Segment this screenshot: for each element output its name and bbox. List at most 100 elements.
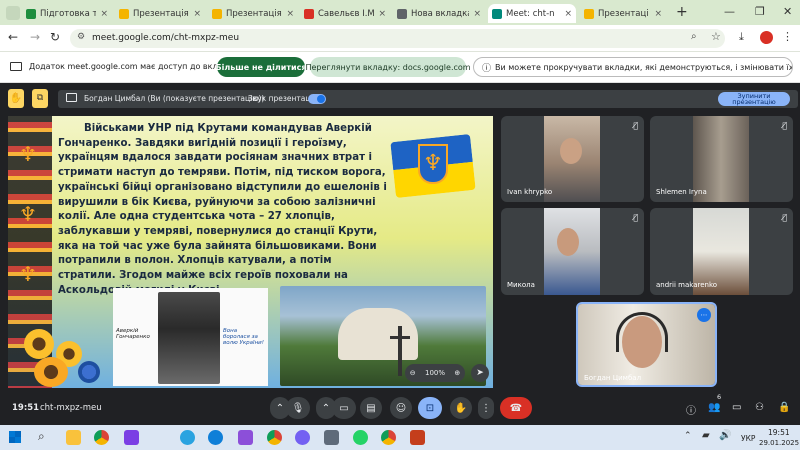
back-icon[interactable]: ← bbox=[8, 30, 18, 44]
browser-tab[interactable]: Нова вкладка × bbox=[393, 4, 485, 23]
network-icon[interactable]: ▰ bbox=[702, 430, 710, 441]
language-indicator[interactable]: УКР bbox=[741, 434, 755, 443]
browser-tab[interactable]: Презентація до × bbox=[115, 4, 205, 23]
chrome-icon[interactable] bbox=[267, 430, 282, 445]
clock-time[interactable]: 19:51 bbox=[768, 428, 790, 437]
browser-tab[interactable]: Презентація до × bbox=[208, 4, 298, 23]
minimize-icon[interactable]: — bbox=[724, 5, 735, 18]
zoom-control: ⊖ 100% ⊕ bbox=[405, 364, 465, 382]
taskbar-search-icon[interactable]: ⌕ bbox=[38, 429, 45, 444]
tab-label: Презентація до bbox=[133, 8, 189, 19]
reload-icon[interactable]: ↻ bbox=[50, 30, 60, 44]
more-options-icon[interactable]: ⋯ bbox=[697, 308, 711, 322]
raise-hand-side-icon[interactable]: ✋ bbox=[8, 89, 24, 108]
chrome-icon[interactable] bbox=[94, 430, 109, 445]
participant-name: andrii makarenko bbox=[656, 281, 718, 289]
cross-bar bbox=[390, 336, 410, 339]
tab-close-icon[interactable]: × bbox=[564, 9, 572, 19]
volume-icon[interactable]: 🔊 bbox=[719, 430, 731, 441]
participant-tile[interactable]: 🎙̸ andrii makarenko bbox=[650, 208, 793, 295]
participant-name: Богдан Цимбал bbox=[584, 374, 642, 382]
app-icon[interactable] bbox=[124, 430, 139, 445]
tab-favicon-icon bbox=[119, 8, 129, 19]
stop-presenting-button[interactable]: Зупинити презентацію bbox=[718, 92, 790, 106]
forward-icon[interactable]: → bbox=[30, 30, 40, 44]
tab-favicon-icon bbox=[492, 8, 502, 19]
self-view-tile[interactable]: ⋯ Богдан Цимбал bbox=[576, 302, 717, 387]
camera-button[interactable]: ▭ bbox=[332, 397, 356, 419]
pip-icon[interactable]: ⧉ bbox=[32, 89, 48, 108]
participant-tile[interactable]: 🎙̸ Shlemen Iryna bbox=[650, 116, 793, 202]
close-window-icon[interactable]: ✕ bbox=[783, 5, 792, 18]
participant-tile[interactable]: 🎙̸ Миколa bbox=[501, 208, 644, 295]
site-info-icon[interactable]: ⚙ bbox=[77, 32, 85, 42]
info-button[interactable]: ⓘ bbox=[686, 402, 696, 417]
raise-hand-button[interactable]: ✋ bbox=[450, 397, 472, 419]
face-shape bbox=[557, 228, 579, 256]
present-icon bbox=[66, 93, 77, 102]
tab-label: Савельєв І.М. п bbox=[318, 8, 375, 19]
portrait-caption-left: Аверкій Гончаренко bbox=[116, 328, 150, 340]
app-icon[interactable] bbox=[238, 430, 253, 445]
powerpoint-icon[interactable] bbox=[410, 430, 425, 445]
reactions-button[interactable]: ☺ bbox=[390, 397, 412, 419]
new-tab-icon[interactable]: + bbox=[676, 4, 688, 20]
tab-close-icon[interactable]: × bbox=[100, 9, 108, 19]
leave-call-button[interactable]: ☎ bbox=[500, 397, 532, 419]
viber-icon[interactable] bbox=[295, 430, 310, 445]
file-explorer-icon[interactable] bbox=[66, 430, 81, 445]
slide-text: Військами УНР під Крутами командував Аве… bbox=[58, 123, 387, 296]
host-controls-button[interactable]: 🔒 bbox=[778, 402, 790, 413]
participant-name: Миколa bbox=[507, 281, 535, 289]
browser-tab[interactable]: Підготовка та за× bbox=[22, 4, 112, 23]
tab-label: Презентація до bbox=[226, 8, 282, 19]
windows-start-icon[interactable] bbox=[9, 431, 21, 443]
chat-button[interactable]: ▭ bbox=[732, 402, 741, 413]
zoom-in-icon[interactable]: ⊕ bbox=[454, 369, 460, 377]
captions-button[interactable]: ▤ bbox=[360, 397, 382, 419]
menu-icon[interactable]: ⋮ bbox=[782, 30, 793, 43]
mic-button[interactable]: 🎙 bbox=[286, 397, 310, 419]
browser-tab[interactable]: Презентаці × bbox=[580, 4, 666, 23]
zoom-out-icon[interactable]: ⊖ bbox=[410, 369, 416, 377]
people-button[interactable]: 👥 bbox=[708, 402, 720, 413]
tab-search-button[interactable] bbox=[6, 6, 20, 20]
profile-avatar[interactable] bbox=[760, 31, 773, 44]
trident-icon: ♆ bbox=[19, 142, 37, 166]
maximize-icon[interactable]: ❐ bbox=[755, 5, 765, 18]
tab-close-icon[interactable]: × bbox=[473, 9, 481, 19]
app-icon[interactable] bbox=[324, 430, 339, 445]
pointer-button[interactable]: ➤ bbox=[471, 364, 489, 382]
tab-favicon-icon bbox=[584, 8, 594, 19]
whatsapp-icon[interactable] bbox=[353, 430, 368, 445]
presentation-audio-toggle[interactable] bbox=[308, 94, 326, 104]
url-text: meet.google.com/cht-mxpz-meu bbox=[92, 33, 240, 43]
chrome-icon[interactable] bbox=[381, 430, 396, 445]
bookmark-star-icon[interactable]: ☆ bbox=[711, 30, 721, 43]
presenter-label: Богдан Цимбал (Ви (показуєте презентацію… bbox=[84, 94, 265, 103]
tab-favicon-icon bbox=[212, 8, 222, 19]
participant-tile[interactable]: 🎙̸ Ivan khrypko bbox=[501, 116, 644, 202]
portrait-photo: Аверкій Гончаренко Вона боролася за волю… bbox=[113, 288, 268, 386]
view-tab-button[interactable]: Переглянути вкладку: docs.google.com bbox=[305, 57, 471, 77]
clock-date[interactable]: 29.01.2025 bbox=[759, 439, 799, 447]
tab-close-icon[interactable]: × bbox=[378, 9, 386, 19]
tab-close-icon[interactable]: × bbox=[193, 9, 201, 19]
edge-icon[interactable] bbox=[208, 430, 223, 445]
download-icon[interactable]: ⤓ bbox=[739, 30, 744, 44]
more-options-button[interactable]: ⋮ bbox=[478, 397, 494, 419]
presentation-audio-label: Звук презентації bbox=[248, 94, 315, 103]
scroll-notice-text: Ви можете прокручувати вкладки, які демо… bbox=[495, 62, 793, 72]
tab-close-icon[interactable]: × bbox=[654, 9, 662, 19]
tab-close-icon[interactable]: × bbox=[286, 9, 294, 19]
browser-tab[interactable]: Савельєв І.М. п× bbox=[300, 4, 390, 23]
present-button[interactable]: ⊡ bbox=[418, 397, 442, 419]
browser-tab[interactable]: Meet: cht-n × bbox=[488, 4, 576, 23]
taskbar bbox=[0, 425, 800, 450]
telegram-icon[interactable] bbox=[180, 430, 195, 445]
activities-button[interactable]: ⚇ bbox=[755, 402, 764, 413]
stop-sharing-button[interactable]: Більше не ділитися bbox=[216, 57, 307, 77]
zoom-search-icon[interactable]: ⌕ bbox=[691, 31, 697, 42]
face-shape bbox=[560, 138, 582, 164]
tray-chevron-icon[interactable]: ⌃ bbox=[684, 431, 692, 441]
